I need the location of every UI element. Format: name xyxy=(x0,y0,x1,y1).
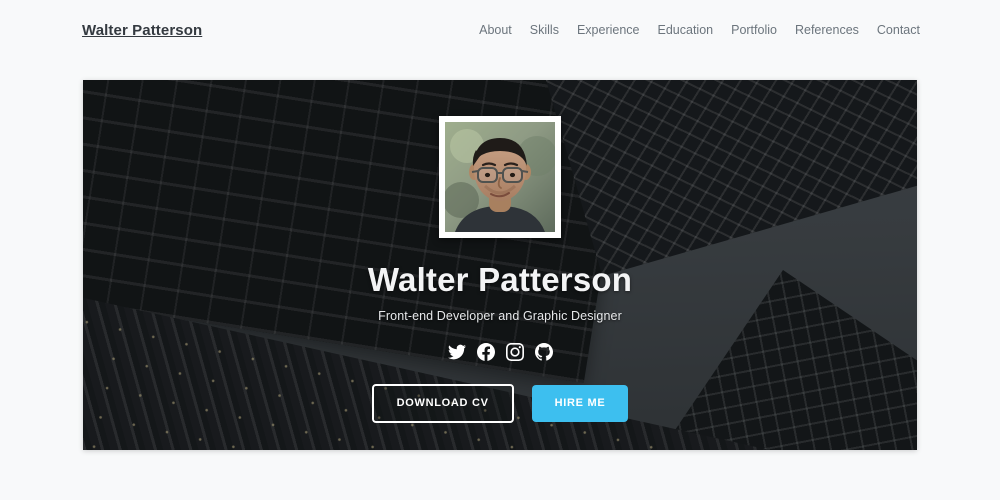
nav-item: Portfolio xyxy=(731,21,777,39)
nav-item: Experience xyxy=(577,21,640,39)
nav-item: References xyxy=(795,21,859,39)
nav-item: Contact xyxy=(877,21,920,39)
avatar-frame xyxy=(439,116,561,238)
nav-item: Education xyxy=(658,21,714,39)
social-links xyxy=(447,343,553,362)
nav-link-contact[interactable]: Contact xyxy=(877,23,920,37)
hero-content: Walter Patterson Front-end Developer and… xyxy=(83,80,917,450)
nav-link-portfolio[interactable]: Portfolio xyxy=(731,23,777,37)
hero-title: Walter Patterson xyxy=(367,261,633,298)
nav-list: About Skills Experience Education Portfo… xyxy=(479,21,920,39)
main-navigation: About Skills Experience Education Portfo… xyxy=(479,21,920,39)
nav-link-experience[interactable]: Experience xyxy=(577,23,640,37)
hero-subtitle: Front-end Developer and Graphic Designer xyxy=(378,309,622,324)
nav-link-references[interactable]: References xyxy=(795,23,859,37)
github-icon[interactable] xyxy=(534,343,553,361)
nav-link-about[interactable]: About xyxy=(479,23,512,37)
hero-cta-row: DOWNLOAD CV HIRE ME xyxy=(371,384,629,424)
nav-item: About xyxy=(479,21,512,39)
hire-me-button[interactable]: HIRE ME xyxy=(531,385,629,423)
avatar xyxy=(445,122,555,232)
instagram-icon[interactable] xyxy=(505,343,524,362)
nav-link-skills[interactable]: Skills xyxy=(530,23,559,37)
nav-item: Skills xyxy=(530,21,559,39)
brand-logo[interactable]: Walter Patterson xyxy=(82,22,202,39)
download-cv-button[interactable]: DOWNLOAD CV xyxy=(371,384,514,424)
site-header: Walter Patterson About Skills Experience… xyxy=(0,0,1000,60)
facebook-icon[interactable] xyxy=(476,343,495,362)
nav-link-education[interactable]: Education xyxy=(658,23,714,37)
hero-section: Walter Patterson Front-end Developer and… xyxy=(83,80,917,450)
twitter-icon[interactable] xyxy=(447,343,466,361)
